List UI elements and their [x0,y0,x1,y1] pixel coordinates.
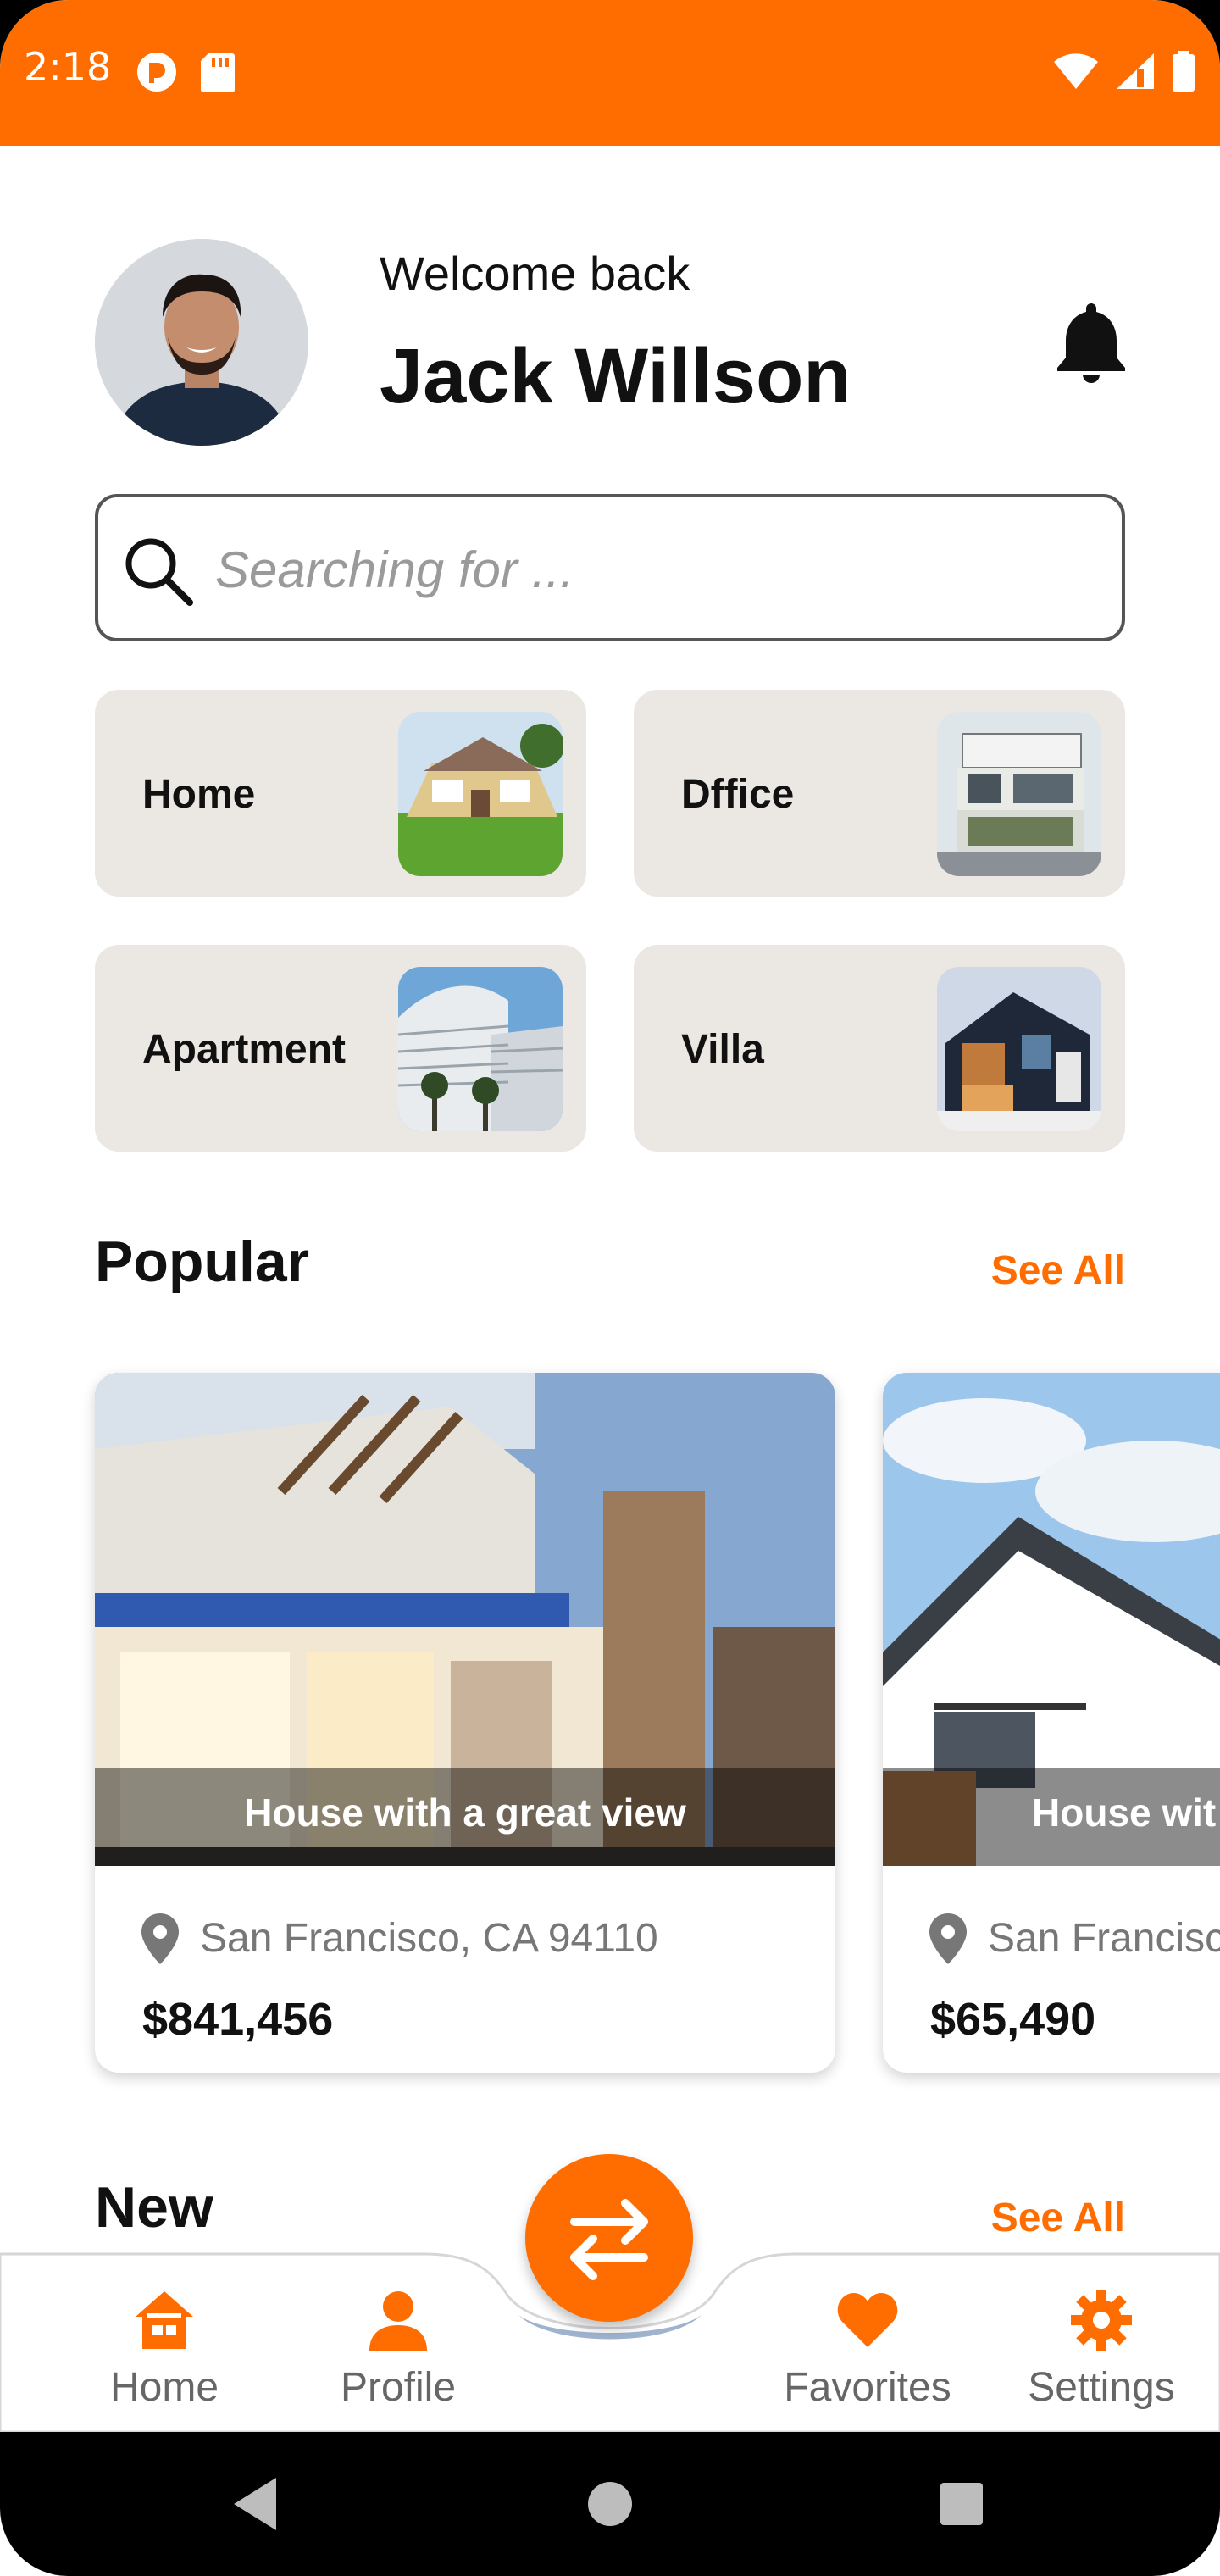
category-apartment[interactable]: Apartment [95,945,586,1152]
property-price: $65,490 [930,1994,1096,2045]
status-left-icons [136,51,236,93]
signal-icon [1117,53,1154,89]
location-pin-icon [141,1913,179,1964]
villa-photo [937,967,1101,1131]
recents-icon[interactable] [923,2466,1000,2542]
nav-home[interactable]: Home [80,2288,249,2411]
gear-icon [1071,2290,1132,2351]
property-title: House with a great view [244,1790,686,1835]
person-icon [369,2291,427,2351]
category-villa[interactable]: Villa [634,945,1125,1152]
category-home[interactable]: Home [95,690,586,897]
category-office[interactable]: Dffice [634,690,1125,897]
user-name: Jack Willson [380,333,851,419]
property-title: House wit [1032,1790,1217,1835]
nav-favorites[interactable]: Favorites [783,2288,952,2411]
notification-app-icon [137,53,176,92]
avatar[interactable] [95,239,308,446]
nav-label: Home [109,2365,219,2410]
bell-icon[interactable] [1051,298,1132,383]
search-icon [125,538,193,606]
category-label: Home [142,772,256,817]
battery-icon [1173,51,1195,92]
home-icon [136,2291,193,2349]
property-card[interactable]: House with a great view San Francisco, C… [95,1373,835,2073]
search-input[interactable] [215,531,1096,608]
property-location: San Francisco [988,1916,1220,1961]
nav-profile[interactable]: Profile [313,2288,483,2411]
back-icon[interactable] [217,2466,293,2542]
app-screen: 2:18 Welcome back Jack Willson Searching… [0,0,1220,2576]
system-nav-bar [0,2432,1220,2576]
search-bar[interactable] [95,494,1125,641]
sd-card-icon [201,53,235,92]
wifi-icon [1054,53,1098,89]
status-bar: 2:18 [0,0,1220,146]
nav-label: Favorites [784,2365,951,2410]
location-pin-icon [929,1913,967,1964]
office-building-photo [937,712,1101,876]
user-avatar [95,239,308,446]
property-location: San Francisco, CA 94110 [200,1916,658,1961]
category-label: Dffice [681,772,795,817]
popular-title: Popular [95,1230,310,1294]
status-right-icons [1052,51,1196,92]
swap-arrows-icon [570,2199,648,2280]
welcome-text: Welcome back [380,247,690,300]
property-price: $841,456 [142,1994,334,2045]
category-label: Villa [681,1027,764,1072]
nav-label: Settings [1028,2365,1175,2410]
heart-icon [837,2293,898,2347]
property-card[interactable]: House wit San Francisco $65,490 [883,1373,1220,2073]
swap-fab-button[interactable] [525,2154,693,2322]
category-label: Apartment [142,1027,347,1072]
house-photo [398,712,563,876]
nav-label: Profile [340,2365,457,2410]
home-circle-icon[interactable] [572,2466,648,2542]
nav-settings[interactable]: Settings [1017,2288,1186,2411]
status-time: 2:18 [24,44,112,90]
apartment-building-photo [398,967,563,1131]
popular-see-all-link[interactable]: See All [991,1247,1125,1294]
